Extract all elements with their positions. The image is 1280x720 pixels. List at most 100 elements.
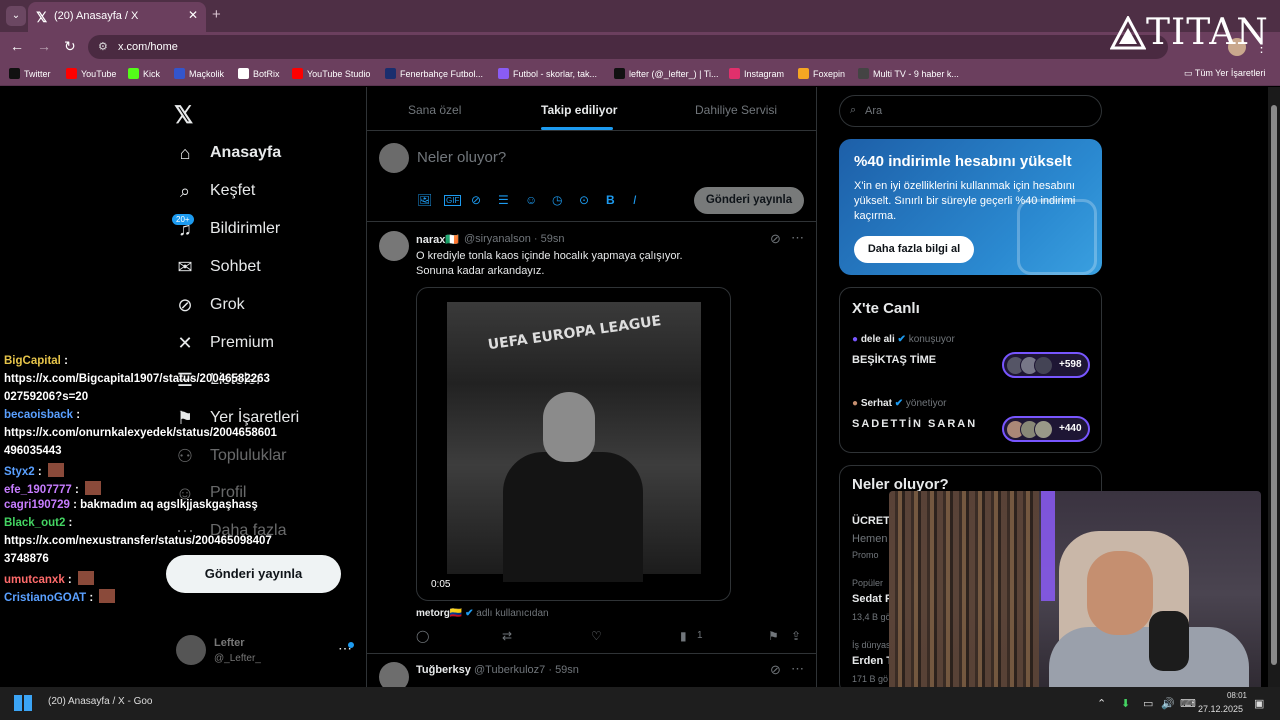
notification-badge: 20+	[172, 214, 194, 225]
grok-icon[interactable]: ⊘	[770, 231, 781, 247]
more-icon[interactable]: ⋯	[791, 661, 804, 677]
trend-name[interactable]: Erden T	[852, 655, 893, 667]
forward-button[interactable]: →	[37, 38, 51, 54]
reload-button[interactable]: ↻	[64, 38, 76, 55]
media-credit-user[interactable]: metorg🇨🇴	[416, 608, 462, 619]
promo-learn-more-button[interactable]: Daha fazla bilgi al	[854, 236, 974, 263]
chat-text: 02759206?s=20	[4, 391, 89, 403]
bookmark-favicon-icon	[128, 68, 139, 79]
home-icon: ⌂	[179, 143, 191, 163]
bookmark-item[interactable]: Multi TV - 9 haber k...	[858, 68, 959, 79]
compose-input[interactable]: Neler oluyor?	[417, 149, 506, 166]
tweet-avatar[interactable]	[379, 231, 409, 261]
promo-text: X'in en iyi özelliklerini kullanmak için…	[854, 180, 1076, 222]
bookmark-item[interactable]: Instagram	[729, 68, 784, 79]
tray-chevron-icon[interactable]: ⌃	[1097, 697, 1106, 710]
bookmark-item[interactable]: lefter (@_lefter_) | Ti...	[614, 68, 719, 79]
bookmark-item[interactable]: Foxepin	[798, 68, 845, 79]
gif-icon[interactable]: GIF	[444, 195, 462, 206]
bookmark-label: lefter (@_lefter_) | Ti...	[629, 69, 719, 79]
space-title[interactable]: SADETTİN SARAN	[852, 418, 977, 430]
compose-post-button[interactable]: Gönderi yayınla	[694, 187, 804, 214]
all-bookmarks-folder[interactable]: ▭ Tüm Yer İşaretleri	[1184, 68, 1265, 79]
streamer-face	[1087, 551, 1153, 635]
account-avatar[interactable]	[176, 635, 206, 665]
tweet-author-handle[interactable]: @siryanalson · 59sn	[464, 233, 564, 245]
bold-icon[interactable]: B	[606, 193, 615, 207]
more-icon[interactable]: ⋯	[791, 230, 804, 246]
tweet-author-handle[interactable]: @Tuberkuloz7 · 59sn	[474, 664, 579, 676]
reply-icon[interactable]: ◯	[416, 629, 429, 643]
new-tab-button[interactable]: +	[212, 6, 221, 23]
space-host[interactable]: ● Serhat ✔ yönetiyor	[852, 398, 946, 409]
photo-head	[543, 392, 595, 462]
poll-icon[interactable]: ☰	[498, 193, 509, 207]
tweet-author-name[interactable]: narax🇮🇪	[416, 233, 459, 246]
chat-message: https://x.com/Bigcapital1907/status/2004…	[4, 373, 270, 385]
clock-date[interactable]: 27.12.2025	[1198, 704, 1243, 714]
chat-message: cagri190729 : bakmadım aq agslkjjaskgaşh…	[4, 499, 258, 511]
space-title[interactable]: BEŞİKTAŞ TİME	[852, 354, 936, 366]
titan-logo-icon	[1110, 16, 1146, 50]
grok-icon[interactable]: ⊘	[770, 662, 781, 678]
emoji-icon[interactable]: ☺	[525, 193, 537, 207]
volume-icon[interactable]: 🔊	[1161, 697, 1175, 710]
address-bar[interactable]: ⚙ x.com/home	[88, 35, 1168, 59]
share-icon[interactable]: ⇪	[791, 629, 801, 643]
back-button[interactable]: ←	[10, 38, 24, 54]
views-icon[interactable]: ▮	[680, 629, 687, 643]
listener-avatar	[1034, 356, 1053, 375]
divider	[367, 221, 816, 222]
tweet-video[interactable]: UEFA EUROPA LEAGUE 0:05	[416, 287, 731, 601]
compose-avatar[interactable]	[379, 143, 409, 173]
chat-username: Black_out2	[4, 517, 66, 529]
bookmark-item[interactable]: YouTube	[66, 68, 116, 79]
bookmark-item[interactable]: Fenerbahçe Futbol...	[385, 68, 483, 79]
like-icon[interactable]: ♡	[591, 629, 602, 643]
notification-icon[interactable]: ▣	[1254, 697, 1264, 710]
chat-emote-icon	[99, 589, 116, 603]
x-logo-icon[interactable]: 𝕏	[174, 101, 193, 130]
grok-compose-icon[interactable]: ⊘	[471, 193, 481, 207]
retweet-icon[interactable]: ⇄	[502, 629, 512, 643]
location-icon[interactable]: ⊙	[579, 193, 589, 207]
taskbar-browser-task[interactable]: (20) Anasayfa / X - Goo	[48, 696, 153, 707]
chat-message: https://x.com/nexustransfer/status/20046…	[4, 535, 272, 547]
bookmark-item[interactable]: YouTube Studio	[292, 68, 370, 79]
tab-list-button[interactable]: ⌄	[6, 6, 26, 26]
search-box[interactable]: ⌕ Ara	[839, 95, 1102, 127]
site-info-icon[interactable]: ⚙	[98, 40, 108, 53]
scrollbar-thumb[interactable]	[1271, 105, 1277, 665]
start-button-icon[interactable]	[14, 695, 32, 711]
italic-icon[interactable]: I	[633, 193, 636, 207]
language-icon[interactable]: ⌨	[1180, 697, 1196, 710]
schedule-icon[interactable]: ◷	[552, 193, 562, 207]
search-icon: ⌕	[179, 181, 191, 201]
bookmark-item[interactable]: Twitter	[9, 68, 51, 79]
tab-dahiliye[interactable]: Dahiliye Servisi	[695, 103, 777, 117]
bookmark-item[interactable]: Maçkolik	[174, 68, 224, 79]
chat-message: efe_1907777 :	[4, 481, 102, 496]
tweet-author-name[interactable]: Tuğberksy	[416, 664, 471, 676]
clock-time[interactable]: 08:01	[1203, 691, 1247, 700]
listener-count: +598	[1059, 359, 1082, 370]
tweet-avatar[interactable]	[379, 662, 409, 687]
space-host[interactable]: ● dele ali ✔ konuşuyor	[852, 334, 955, 345]
tweet-text-line: O krediyle tonla kaos içinde hocalık yap…	[416, 250, 683, 262]
tab-close-icon[interactable]: ✕	[188, 8, 198, 22]
bookmark-tweet-icon[interactable]: ⚑	[768, 629, 779, 643]
bookmark-item[interactable]: Futbol - skorlar, tak...	[498, 68, 597, 79]
trend-meta: Popüler	[852, 578, 884, 588]
space-listeners-pill[interactable]: +598	[1002, 352, 1090, 378]
bookmark-item[interactable]: BotRix	[238, 68, 280, 79]
bookmark-item[interactable]: Kick	[128, 68, 160, 79]
space-listeners-pill[interactable]: +440	[1002, 416, 1090, 442]
media-icon[interactable]: 🖼	[417, 193, 432, 207]
tab-following[interactable]: Takip ediliyor	[541, 103, 617, 117]
browser-tab-x[interactable]: 𝕏 (20) Anasayfa / X ✕	[28, 2, 206, 32]
trend-name[interactable]: Sedat P	[852, 593, 892, 605]
screen: ⌄ 𝕏 (20) Anasayfa / X ✕ + ← → ↻ ⚙ x.com/…	[0, 0, 1280, 720]
tab-for-you[interactable]: Sana özel	[408, 103, 461, 117]
network-icon[interactable]: ▭	[1143, 697, 1153, 710]
tray-app-icon[interactable]: ⬇	[1121, 697, 1130, 710]
